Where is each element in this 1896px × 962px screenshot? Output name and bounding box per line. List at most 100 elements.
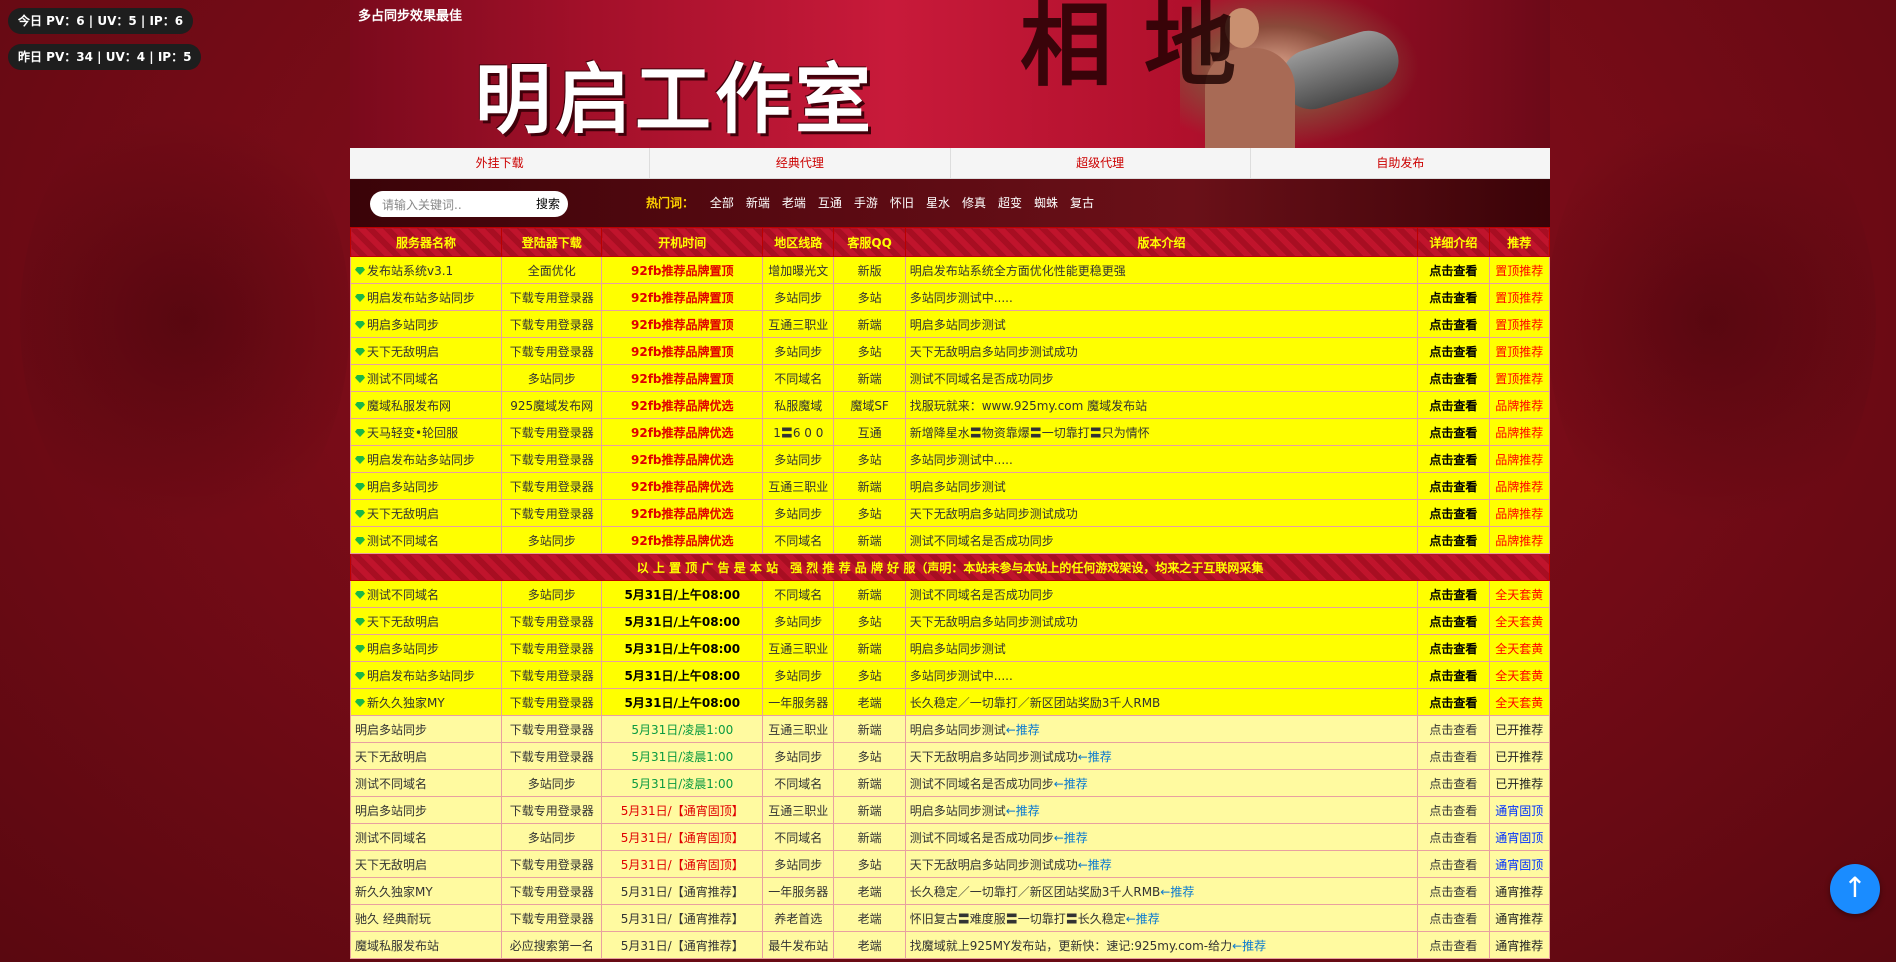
nav-item-self-publish[interactable]: 自助发布 <box>1251 148 1550 178</box>
server-name-link[interactable]: 测试不同域名 <box>349 526 503 554</box>
server-name-link[interactable]: 天下无敌明启 <box>349 742 503 770</box>
download-link[interactable]: 下载专用登录器 <box>501 742 603 770</box>
download-link[interactable]: 下载专用登录器 <box>501 688 603 716</box>
download-link[interactable]: 多站同步 <box>501 526 603 554</box>
server-name-link[interactable]: 明启多站同步 <box>349 310 503 338</box>
download-link[interactable]: 全面优化 <box>501 256 603 284</box>
download-link[interactable]: 下载专用登录器 <box>501 418 603 446</box>
detail-link[interactable]: 点击查看 <box>1417 823 1490 851</box>
detail-link[interactable]: 点击查看 <box>1417 526 1490 554</box>
detail-link[interactable]: 点击查看 <box>1417 364 1490 392</box>
nav-item-classic-agent[interactable]: 经典代理 <box>650 148 951 178</box>
server-name-link[interactable]: 新久久独家MY <box>349 688 503 716</box>
server-name-link[interactable]: 明启多站同步 <box>349 796 503 824</box>
recommend-link[interactable]: ←推荐 <box>1126 912 1160 926</box>
detail-link[interactable]: 点击查看 <box>1417 256 1490 284</box>
server-name-link[interactable]: 天下无敌明启 <box>349 499 503 527</box>
hot-tag[interactable]: 新端 <box>746 196 770 210</box>
server-name-link[interactable]: 测试不同域名 <box>349 364 503 392</box>
detail-link[interactable]: 点击查看 <box>1417 742 1490 770</box>
server-name-link[interactable]: 新久久独家MY <box>349 877 503 905</box>
detail-link[interactable]: 点击查看 <box>1417 769 1490 797</box>
hot-tag[interactable]: 星水 <box>926 196 950 210</box>
download-link[interactable]: 下载专用登录器 <box>501 877 603 905</box>
recommend-link[interactable]: ←推荐 <box>1232 939 1266 953</box>
download-link[interactable]: 下载专用登录器 <box>501 715 603 743</box>
recommend-link[interactable]: ←推荐 <box>1006 804 1040 818</box>
download-link[interactable]: 下载专用登录器 <box>501 607 603 635</box>
recommend-link[interactable]: ←推荐 <box>1078 858 1112 872</box>
nav-item-plugin-download[interactable]: 外挂下载 <box>350 148 651 178</box>
detail-link[interactable]: 点击查看 <box>1417 283 1490 311</box>
download-link[interactable]: 下载专用登录器 <box>501 499 603 527</box>
detail-link[interactable]: 点击查看 <box>1417 337 1490 365</box>
download-link[interactable]: 下载专用登录器 <box>501 472 603 500</box>
detail-link[interactable]: 点击查看 <box>1417 634 1490 662</box>
server-name-link[interactable]: 明启发布站多站同步 <box>349 445 503 473</box>
back-to-top-button[interactable]: ↑ <box>1830 864 1880 914</box>
hot-tag[interactable]: 蜘蛛 <box>1034 196 1058 210</box>
server-name-link[interactable]: 天下无敌明启 <box>349 337 503 365</box>
detail-link[interactable]: 点击查看 <box>1417 796 1490 824</box>
download-link[interactable]: 925魔域发布网 <box>501 391 603 419</box>
download-link[interactable]: 下载专用登录器 <box>501 337 603 365</box>
hot-tag[interactable]: 超变 <box>998 196 1022 210</box>
detail-link[interactable]: 点击查看 <box>1417 499 1490 527</box>
detail-link[interactable]: 点击查看 <box>1417 418 1490 446</box>
download-link[interactable]: 下载专用登录器 <box>501 445 603 473</box>
hot-tag[interactable]: 全部 <box>710 196 734 210</box>
detail-link[interactable]: 点击查看 <box>1417 445 1490 473</box>
download-link[interactable]: 多站同步 <box>501 364 603 392</box>
recommend-link[interactable]: ←推荐 <box>1160 885 1194 899</box>
hot-tag[interactable]: 怀旧 <box>890 196 914 210</box>
detail-link[interactable]: 点击查看 <box>1417 661 1490 689</box>
server-name-link[interactable]: 天下无敌明启 <box>349 850 503 878</box>
server-name-link[interactable]: 天下无敌明启 <box>349 607 503 635</box>
server-name-link[interactable]: 测试不同域名 <box>349 823 503 851</box>
nav-item-super-agent[interactable]: 超级代理 <box>951 148 1251 178</box>
detail-link[interactable]: 点击查看 <box>1417 715 1490 743</box>
server-name-link[interactable]: 明启多站同步 <box>349 472 503 500</box>
download-link[interactable]: 下载专用登录器 <box>501 661 603 689</box>
download-link[interactable]: 必应搜索第一名 <box>501 931 603 959</box>
server-name-link[interactable]: 明启多站同步 <box>349 715 503 743</box>
server-name-link[interactable]: 发布站系统v3.1 <box>349 256 503 284</box>
download-link[interactable]: 多站同步 <box>501 823 603 851</box>
detail-link[interactable]: 点击查看 <box>1417 472 1490 500</box>
hot-tag[interactable]: 手游 <box>854 196 878 210</box>
detail-link[interactable]: 点击查看 <box>1417 877 1490 905</box>
server-name-link[interactable]: 测试不同域名 <box>349 769 503 797</box>
recommend-link[interactable]: ←推荐 <box>1054 777 1088 791</box>
download-link[interactable]: 下载专用登录器 <box>501 850 603 878</box>
download-link[interactable]: 下载专用登录器 <box>501 634 603 662</box>
server-name-link[interactable]: 明启发布站多站同步 <box>349 661 503 689</box>
server-name-link[interactable]: 魔域私服发布站 <box>349 931 503 959</box>
detail-link[interactable]: 点击查看 <box>1417 931 1490 959</box>
server-name-link[interactable]: 驰久 经典耐玩 <box>349 904 503 932</box>
server-name-link[interactable]: 魔域私服发布网 <box>349 391 503 419</box>
hot-tag[interactable]: 修真 <box>962 196 986 210</box>
recommend-link[interactable]: ←推荐 <box>1006 723 1040 737</box>
detail-link[interactable]: 点击查看 <box>1417 904 1490 932</box>
server-name-link[interactable]: 天马轻变•轮回服 <box>349 418 503 446</box>
search-button[interactable]: 搜索 <box>536 195 560 213</box>
download-link[interactable]: 多站同步 <box>501 769 603 797</box>
download-link[interactable]: 下载专用登录器 <box>501 310 603 338</box>
hot-tag[interactable]: 老端 <box>782 196 806 210</box>
recommend-link[interactable]: ←推荐 <box>1054 831 1088 845</box>
detail-link[interactable]: 点击查看 <box>1417 310 1490 338</box>
detail-link[interactable]: 点击查看 <box>1417 391 1490 419</box>
download-link[interactable]: 下载专用登录器 <box>501 796 603 824</box>
search-input[interactable] <box>380 194 534 216</box>
hot-tag[interactable]: 复古 <box>1070 196 1094 210</box>
hot-tag[interactable]: 互通 <box>818 196 842 210</box>
detail-link[interactable]: 点击查看 <box>1417 580 1490 608</box>
download-link[interactable]: 下载专用登录器 <box>501 904 603 932</box>
detail-link[interactable]: 点击查看 <box>1417 688 1490 716</box>
download-link[interactable]: 下载专用登录器 <box>501 283 603 311</box>
detail-link[interactable]: 点击查看 <box>1417 607 1490 635</box>
recommend-link[interactable]: ←推荐 <box>1078 750 1112 764</box>
detail-link[interactable]: 点击查看 <box>1417 850 1490 878</box>
download-link[interactable]: 多站同步 <box>501 580 603 608</box>
server-name-link[interactable]: 测试不同域名 <box>349 580 503 608</box>
